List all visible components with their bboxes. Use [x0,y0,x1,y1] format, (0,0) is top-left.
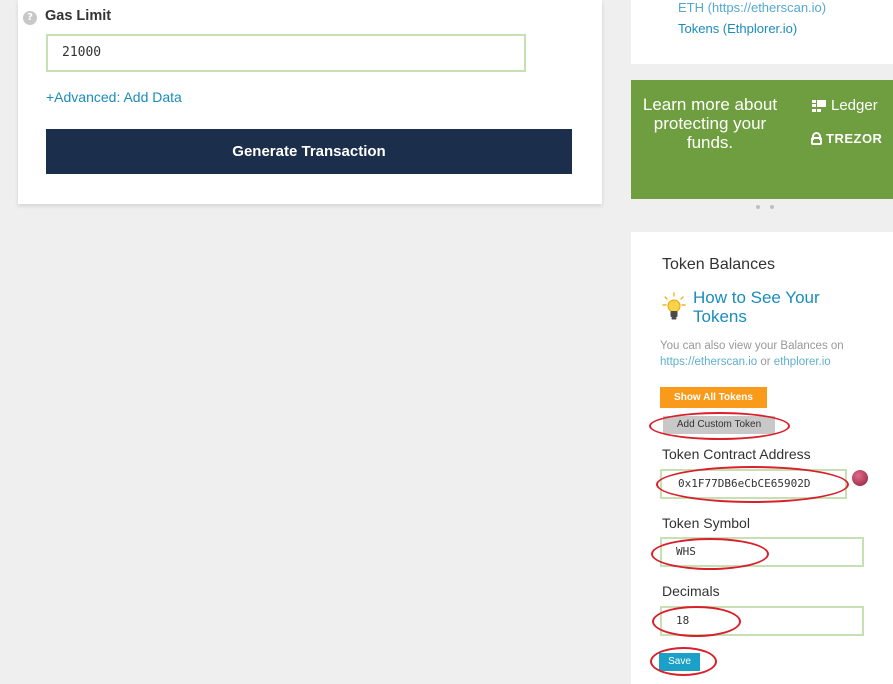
carousel-dot[interactable] [756,205,760,209]
ledger-icon [812,99,826,112]
how-to-see-tokens-link[interactable]: How to See Your Tokens [693,288,873,326]
sidebar: ETH (https://etherscan.io) Tokens (Ethpl… [631,0,893,684]
gas-limit-label: Gas Limit [45,8,112,24]
token-balances-description: You can also view your Balances on https… [660,338,880,370]
description-or: or [757,356,774,368]
lock-icon [811,132,822,145]
advanced-add-data-link[interactable]: +Advanced: Add Data [46,89,182,105]
trezor-logo: TREZOR [811,131,882,146]
gas-limit-input[interactable]: 21000 [46,34,526,72]
decimals-label: Decimals [662,583,720,599]
description-prefix: You can also view your Balances on [660,340,844,352]
trezor-wordmark: TREZOR [826,131,883,146]
carousel-dot[interactable] [770,205,774,209]
add-custom-token-button[interactable]: Add Custom Token [663,416,775,434]
ethplorer-inline-link[interactable]: ethplorer.io [774,356,831,368]
token-balances-title: Token Balances [662,256,775,273]
ethplorer-link[interactable]: Tokens (Ethplorer.io) [678,21,797,36]
show-all-tokens-button[interactable]: Show All Tokens [660,387,767,408]
hardware-wallet-promo[interactable]: Learn more about protecting your funds. … [631,80,893,199]
generate-transaction-button[interactable]: Generate Transaction [46,129,572,174]
save-button[interactable]: Save [659,653,700,671]
ledger-wordmark: Ledger [831,97,878,114]
etherscan-inline-link[interactable]: https://etherscan.io [660,356,757,368]
explorer-links-card: ETH (https://etherscan.io) Tokens (Ethpl… [631,0,893,64]
lightbulb-icon [662,292,686,320]
help-icon[interactable]: ? [23,11,37,25]
promo-text: Learn more about protecting your funds. [642,95,778,152]
decimals-input[interactable]: 18 [660,606,864,636]
token-balances-card: Token Balances How to See Your Tokens Yo… [631,232,893,684]
transaction-form-card: ? Gas Limit 21000 +Advanced: Add Data Ge… [18,0,602,204]
etherscan-link[interactable]: ETH (https://etherscan.io) [678,0,826,15]
token-symbol-label: Token Symbol [662,515,750,531]
token-contract-address-input[interactable]: 0x1F77DB6eCbCE65902D [660,469,847,499]
ledger-logo: Ledger [812,97,878,114]
carousel-dots[interactable] [756,205,786,209]
address-identicon-avatar [852,470,868,486]
token-symbol-input[interactable]: WHS [660,537,864,567]
token-contract-address-label: Token Contract Address [662,446,811,462]
